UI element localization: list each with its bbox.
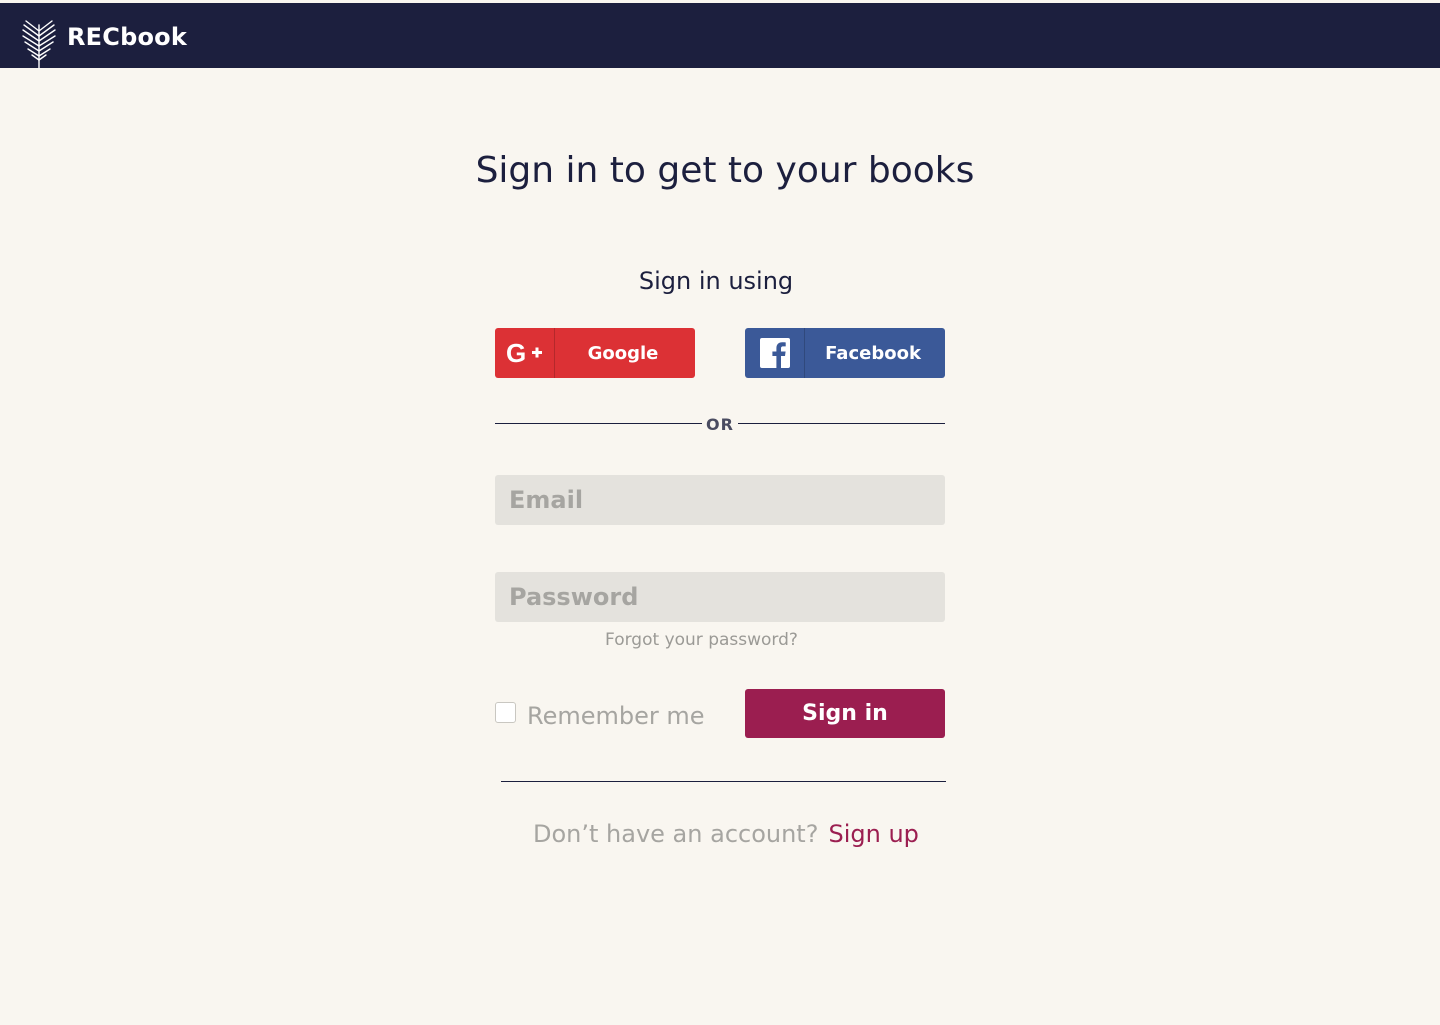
facebook-button-label: Facebook: [825, 342, 921, 364]
facebook-signin-button[interactable]: Facebook: [745, 328, 945, 378]
top-navbar: RECbook: [0, 3, 1440, 69]
sign-up-link[interactable]: Sign up: [828, 820, 918, 848]
page-title: Sign in to get to your books: [475, 150, 975, 191]
google-signin-button[interactable]: G Google: [495, 328, 695, 378]
footer-divider: [501, 781, 946, 782]
email-input[interactable]: [495, 475, 945, 525]
sign-in-using-label: Sign in using: [638, 267, 794, 295]
signup-prompt: Don’t have an account? Sign up: [533, 820, 919, 848]
sign-in-button[interactable]: Sign in: [745, 689, 945, 738]
google-plus-icon: G: [495, 328, 555, 378]
google-button-label: Google: [587, 342, 659, 364]
remember-me-checkbox[interactable]: [495, 702, 516, 723]
remember-me-label[interactable]: Remember me: [527, 702, 705, 730]
brand-name[interactable]: RECbook: [67, 23, 187, 51]
or-text: OR: [706, 415, 734, 434]
or-line-left: [495, 423, 702, 424]
facebook-icon: [745, 328, 805, 378]
svg-text:G: G: [506, 340, 526, 366]
password-input[interactable]: [495, 572, 945, 622]
palm-leaf-icon: [22, 20, 56, 69]
forgot-password-link[interactable]: Forgot your password?: [0, 630, 1403, 650]
or-line-right: [738, 423, 945, 424]
no-account-text: Don’t have an account?: [533, 820, 819, 848]
or-divider: OR: [495, 413, 945, 437]
